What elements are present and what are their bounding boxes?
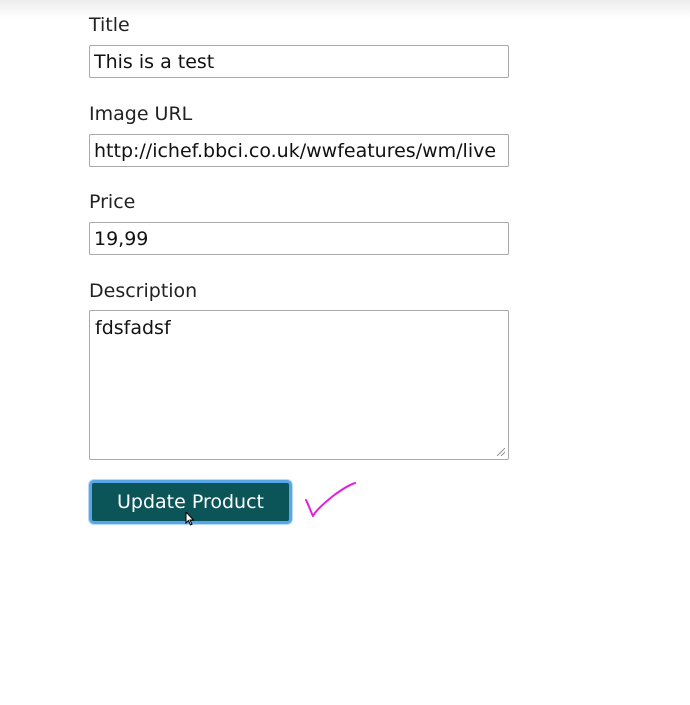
description-textarea[interactable]: fdsfadsf xyxy=(89,310,509,460)
description-label: Description xyxy=(89,280,198,302)
title-label: Title xyxy=(89,14,130,36)
mouse-cursor-icon xyxy=(185,512,195,526)
price-label: Price xyxy=(89,191,136,213)
resize-grip-icon[interactable] xyxy=(497,448,505,456)
price-input[interactable] xyxy=(89,222,509,255)
checkmark-annotation-icon xyxy=(305,482,356,517)
image-url-label: Image URL xyxy=(89,103,193,125)
image-url-input[interactable] xyxy=(89,134,509,167)
title-input[interactable] xyxy=(89,45,509,78)
